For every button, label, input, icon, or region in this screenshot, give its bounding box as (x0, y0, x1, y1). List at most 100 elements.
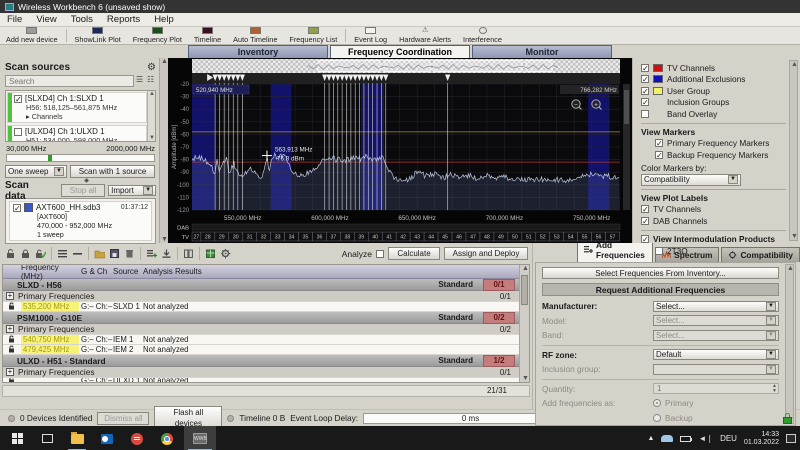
menu-reports[interactable]: Reports (100, 14, 147, 25)
frequency-row[interactable]: G:– Ch:–ULXD 1Not analyzed (3, 378, 529, 383)
menu-file[interactable]: File (0, 14, 29, 25)
tray-expand-icon[interactable]: ▲ (648, 435, 655, 442)
checkbox[interactable]: ✓ (641, 87, 649, 95)
frequency-list-button[interactable]: Frequency List (283, 27, 343, 44)
frequency-row[interactable]: 535,200 MHzG:– Ch:–SLXD 1Not analyzed (3, 302, 529, 312)
lock-check-icon[interactable] (34, 247, 47, 260)
checkbox[interactable]: ✓ (641, 75, 649, 83)
expand-row[interactable]: +Primary Frequencies0/1 (3, 291, 529, 302)
quantity-stepper[interactable]: 1 ▲▼ (653, 383, 779, 394)
frequency-plot-button[interactable]: Frequency Plot (127, 27, 188, 44)
channels-expander[interactable]: ▸ Channels (14, 112, 144, 121)
gear-icon[interactable] (219, 247, 232, 260)
outlook-button[interactable] (94, 426, 120, 450)
column-header[interactable]: Analysis Results (143, 267, 529, 276)
scan-range-bar[interactable] (6, 154, 155, 162)
device-group-row[interactable]: SLXD - H56Standard0/1 (3, 279, 529, 291)
checkbox[interactable]: ✓ (14, 95, 22, 103)
event-log-button[interactable]: Event Log (348, 27, 393, 44)
scan-source-item[interactable]: ✓[SLXD4] Ch 1:SLXD 1H56: 518,125–561,875… (7, 92, 147, 123)
checkbox[interactable]: ✓ (13, 204, 21, 212)
expand-row[interactable]: +Primary Frequencies0/2 (3, 324, 529, 335)
frequency-row[interactable]: 540,750 MHzG:– Ch:–IEM 1Not analyzed (3, 335, 529, 345)
select-from-inventory-button[interactable]: Select Frequencies From Inventory... (542, 267, 779, 279)
checkbox[interactable] (376, 250, 384, 258)
columns-icon[interactable] (182, 247, 195, 260)
list-add-icon[interactable] (145, 247, 158, 260)
delete-icon[interactable] (123, 247, 136, 260)
notification-center-icon[interactable] (786, 434, 796, 443)
field-dropdown[interactable]: Default▼ (653, 349, 779, 360)
start-button[interactable] (4, 426, 30, 450)
save-icon[interactable] (108, 247, 121, 260)
lock-icon[interactable] (3, 335, 19, 345)
spinner-arrows-icon[interactable]: ▲▼ (772, 384, 777, 394)
calculate-button[interactable]: Calculate (388, 247, 440, 260)
menu-tools[interactable]: Tools (64, 14, 100, 25)
checkbox[interactable] (655, 247, 663, 255)
checkbox[interactable]: ✓ (641, 98, 649, 106)
lock-icon[interactable] (3, 378, 19, 383)
scan-file-item[interactable]: Peak Hold (9, 243, 152, 244)
showlink-plot-button[interactable]: ShowLink Plot (69, 27, 127, 44)
field-dropdown[interactable]: ▼ (653, 364, 779, 375)
wwb-taskbar-button[interactable]: WWB (184, 426, 216, 450)
lock-icon[interactable] (3, 345, 19, 355)
checkbox[interactable]: ✓ (655, 151, 663, 159)
expand-row[interactable]: +Primary Frequencies0/1 (3, 367, 529, 378)
checkbox[interactable] (641, 110, 649, 118)
tab-frequency-coordination[interactable]: Frequency Coordination (330, 45, 470, 58)
spectrum-svg[interactable]: -20-30-40-50-60-70-80-90-100-110-120550,… (168, 58, 632, 243)
mail-app-button[interactable] (124, 426, 150, 450)
color-markers-dropdown[interactable]: Compatibility▼ (641, 174, 741, 186)
clock[interactable]: 14:33 01.03.2022 (744, 431, 779, 447)
battery-icon[interactable] (680, 436, 691, 442)
detail-view-icon[interactable]: ☷ (147, 75, 156, 85)
speaker-icon[interactable]: ◄❘ (698, 434, 713, 443)
checkbox[interactable]: ✓ (641, 64, 649, 72)
add-device-button[interactable]: Add new device (0, 27, 64, 44)
auto-timeline-button[interactable]: Auto Timeline (227, 27, 283, 44)
folder-icon[interactable] (93, 247, 106, 260)
plot-options-scrollbar[interactable]: ▲▼ (789, 60, 798, 241)
checkbox[interactable]: ✓ (641, 217, 649, 225)
field-dropdown[interactable]: Select...▼ (653, 315, 779, 326)
import-dropdown[interactable]: Import▼ (108, 185, 156, 196)
column-header[interactable]: Frequency (MHz) (19, 264, 81, 281)
device-group-row[interactable]: PSM1000 - G10EStandard0/2 (3, 312, 529, 324)
dismiss-all-button[interactable]: Dismiss all (97, 412, 149, 425)
lock-icon[interactable] (3, 302, 19, 312)
hardware-alerts-button[interactable]: ⚠Hardware Alerts (393, 27, 457, 44)
checkbox[interactable] (14, 128, 22, 136)
search-input[interactable] (5, 75, 134, 87)
unlock-icon[interactable] (4, 247, 17, 260)
interference-button[interactable]: Interference (457, 27, 508, 44)
list-icon[interactable] (56, 247, 69, 260)
onedrive-icon[interactable] (661, 435, 673, 442)
menu-view[interactable]: View (29, 14, 63, 25)
frequency-row[interactable]: 479,425 MHzG:– Ch:–IEM 2Not analyzed (3, 345, 529, 355)
timeline-button[interactable]: Timeline (188, 27, 227, 44)
assign-and-deploy-button[interactable]: Assign and Deploy (444, 247, 528, 260)
task-view-button[interactable] (34, 426, 60, 450)
gear-icon[interactable]: ⚙ (147, 62, 156, 73)
expand-icon[interactable]: + (6, 292, 14, 300)
spectrum-plot[interactable]: -20-30-40-50-60-70-80-90-100-110-120550,… (168, 58, 632, 243)
column-header[interactable]: Source (113, 267, 143, 276)
file-explorer-button[interactable] (64, 426, 90, 450)
keyboard-language[interactable]: DEU (720, 434, 737, 443)
chrome-button[interactable] (154, 426, 180, 450)
table-scrollbar[interactable]: ▲▼ (519, 265, 529, 382)
lock-icon[interactable] (19, 247, 32, 260)
scan-file-item[interactable]: ✓AXT600_HH.sdb301:37:12[AXT600]470,000 -… (9, 201, 152, 241)
minus-icon[interactable] (71, 247, 84, 260)
primary-radio[interactable] (653, 399, 661, 407)
sweep-mode-dropdown[interactable]: One sweep▼ (5, 165, 67, 178)
column-header[interactable]: G & Ch (81, 267, 113, 276)
tab-monitor[interactable]: Monitor (472, 45, 612, 58)
stop-all-button[interactable]: Stop all (61, 184, 105, 197)
side-panel-scrollbar[interactable]: ▲▼ (785, 264, 794, 424)
field-dropdown[interactable]: Select...▼ (653, 301, 779, 312)
left-panel-scrollbar[interactable]: ▲▼ (159, 58, 168, 243)
menu-help[interactable]: Help (147, 14, 181, 25)
